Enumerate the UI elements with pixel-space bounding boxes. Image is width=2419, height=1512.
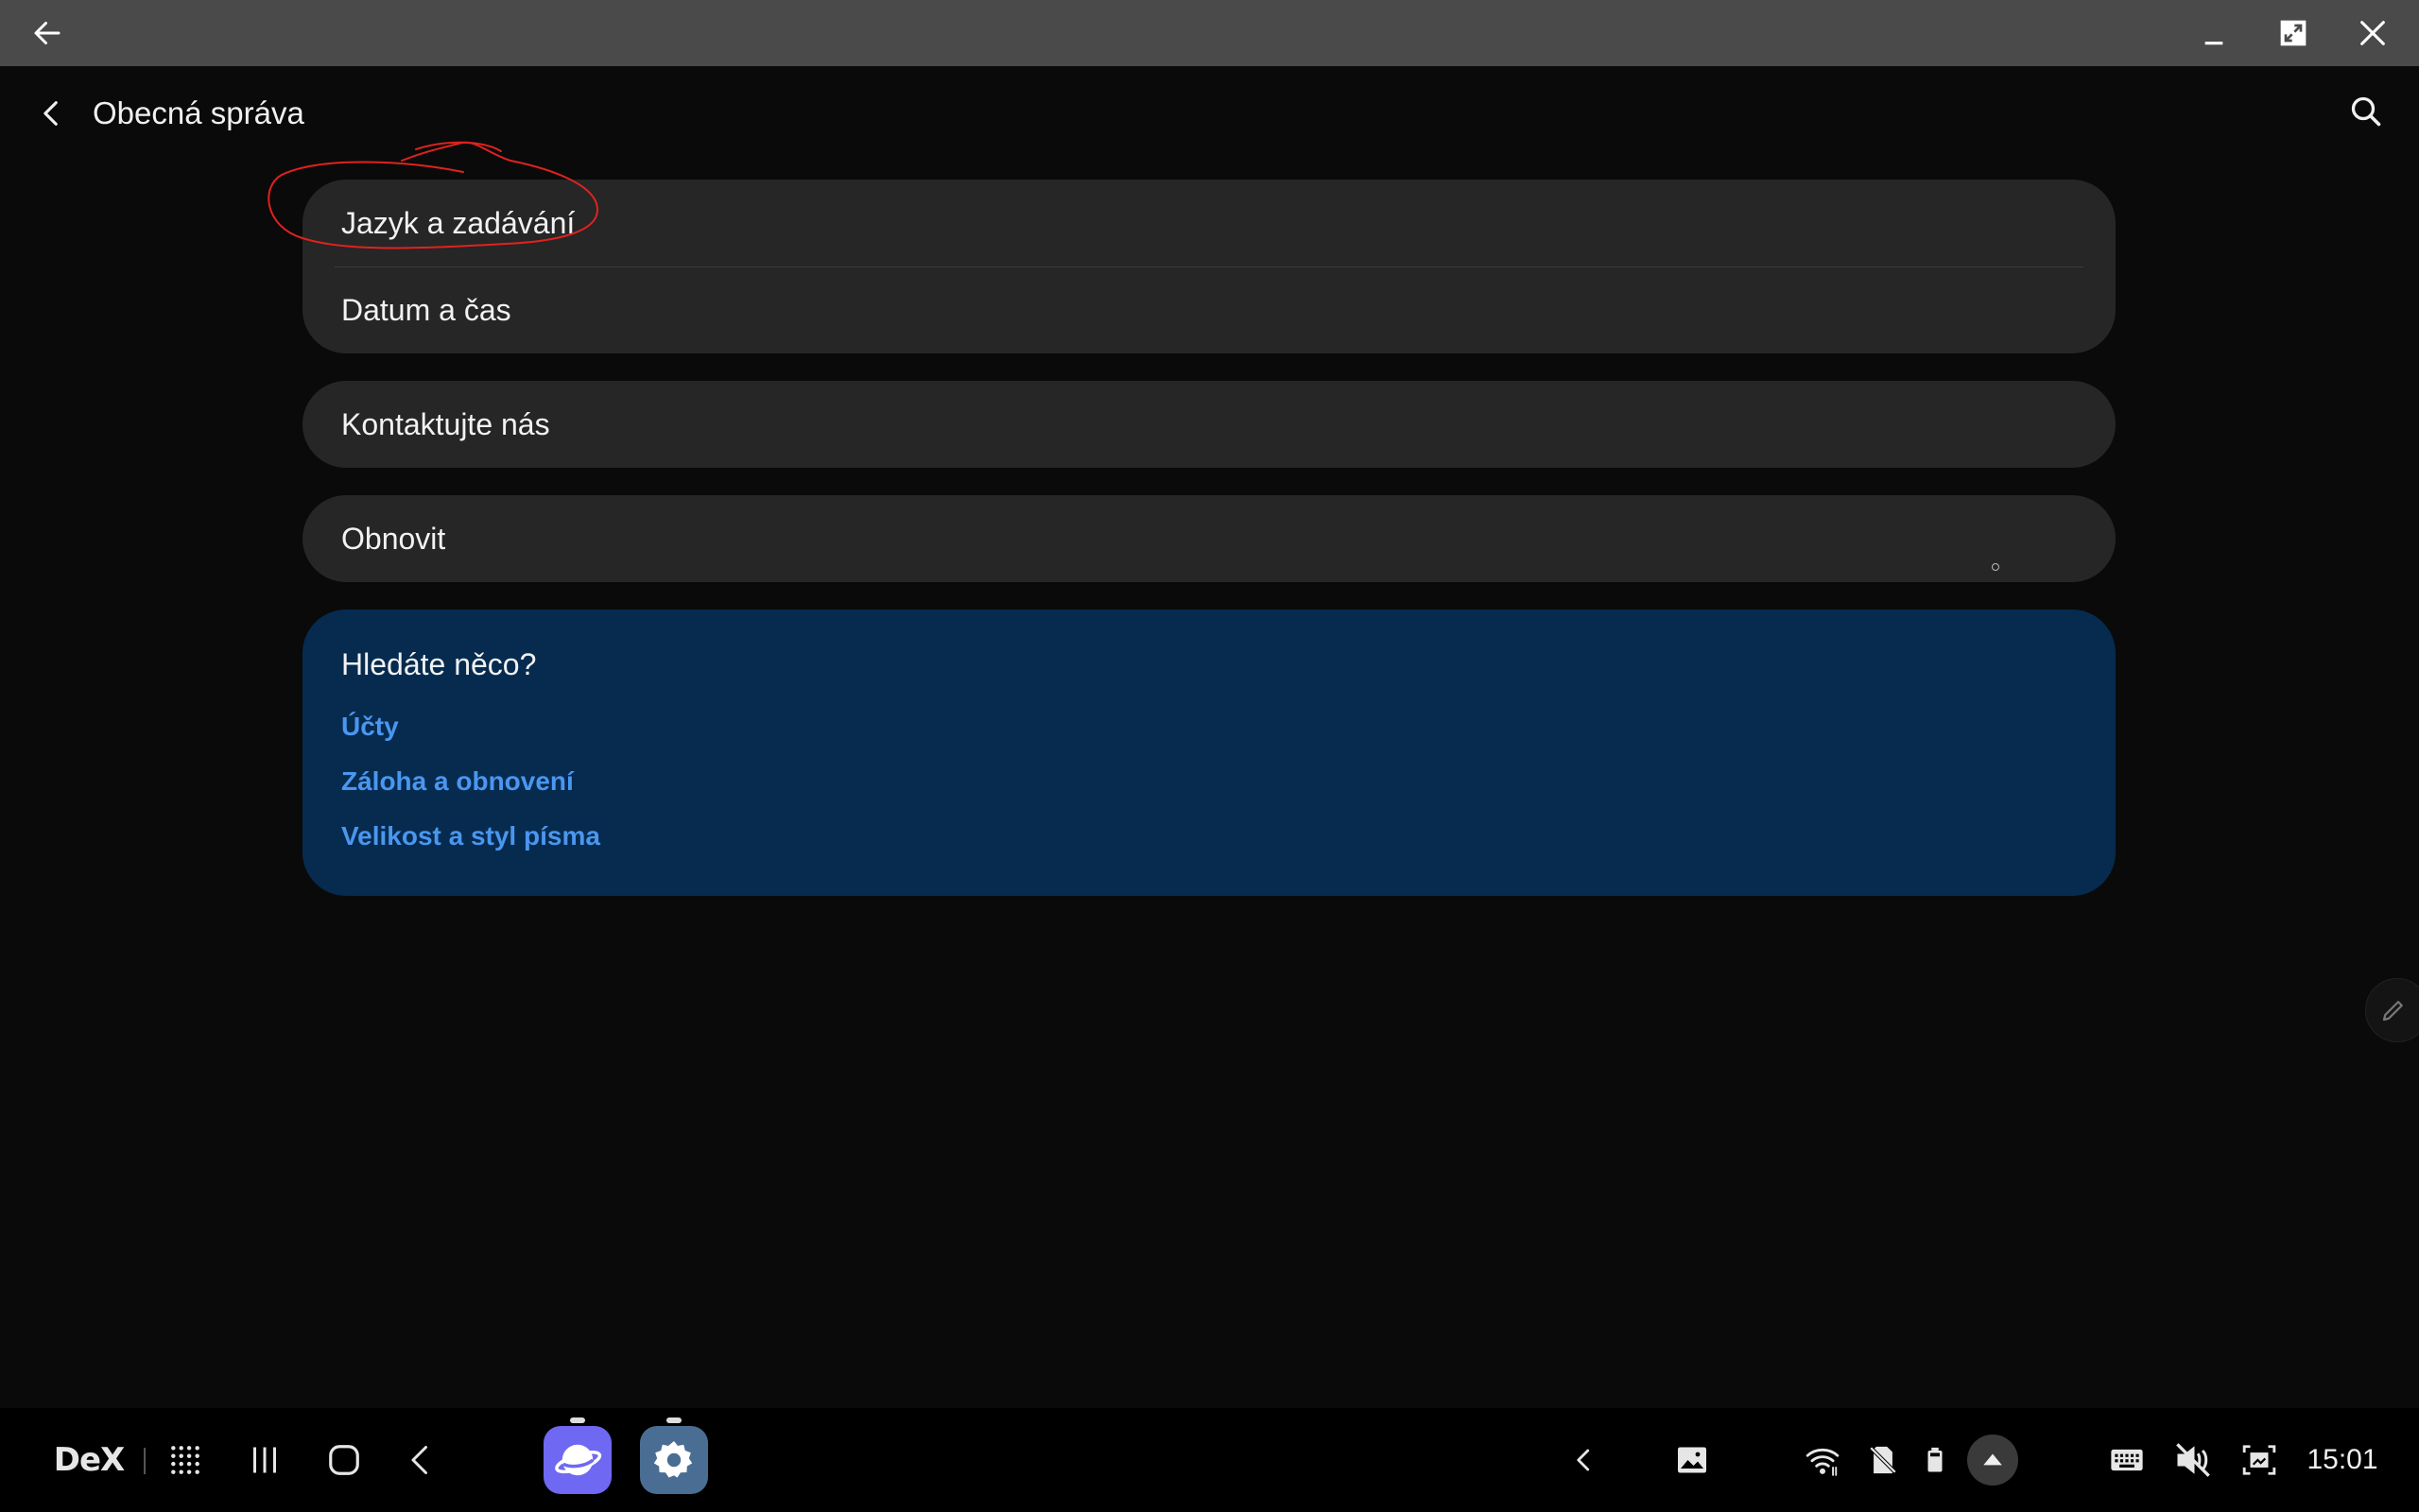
- page-title: Obecná správa: [93, 95, 304, 130]
- settings-item-language-input[interactable]: Jazyk a zadávání: [302, 180, 2116, 266]
- chevron-left-icon: [1577, 1449, 1590, 1471]
- clock-time: 15:01: [2307, 1444, 2378, 1475]
- settings-icon: [640, 1418, 708, 1494]
- quick-panel-button[interactable]: [1964, 1408, 2021, 1512]
- navigate-up-button[interactable]: [28, 90, 76, 137]
- home-icon: [329, 1445, 359, 1475]
- mouse-cursor: [1992, 563, 1999, 571]
- suggestion-link-accounts[interactable]: Účty: [341, 712, 399, 742]
- wifi-icon: [1806, 1448, 1840, 1476]
- image-icon: [1678, 1447, 1706, 1473]
- recents-icon: [253, 1447, 276, 1473]
- keyboard-icon: [2111, 1449, 2143, 1471]
- taskbar-separator: [144, 1448, 146, 1474]
- settings-item-reset[interactable]: Obnovit: [302, 495, 2116, 582]
- battery-icon: [1927, 1447, 1943, 1472]
- window-close-button[interactable]: [2335, 0, 2410, 66]
- apps-drawer-button[interactable]: [157, 1408, 214, 1512]
- pinned-app-settings[interactable]: [639, 1408, 709, 1512]
- arrow-left-icon: [34, 22, 60, 44]
- apps-grid-icon: [171, 1446, 199, 1474]
- home-button[interactable]: [316, 1408, 372, 1512]
- samsung-internet-icon: [544, 1418, 612, 1494]
- dex-button[interactable]: DeX: [49, 1408, 129, 1512]
- dex-taskbar: DeX 15:01: [0, 1408, 2419, 1512]
- keyboard-status[interactable]: [2100, 1408, 2153, 1512]
- window-titlebar: [0, 0, 2419, 66]
- chevron-left-icon: [411, 1446, 427, 1474]
- close-icon: [2360, 21, 2385, 45]
- clock[interactable]: 15:01: [2293, 1408, 2392, 1512]
- taskbar-collapse-button[interactable]: [1558, 1408, 1611, 1512]
- screen-capture-button[interactable]: [2233, 1408, 2286, 1512]
- running-indicator: [570, 1418, 585, 1423]
- battery-status[interactable]: [1911, 1408, 1959, 1512]
- settings-item-contact-us[interactable]: Kontaktujte nás: [302, 381, 2116, 468]
- chevron-left-icon: [43, 101, 58, 126]
- settings-card-language-date: Jazyk a zadávání Datum a čas: [302, 180, 2116, 353]
- no-sim-icon: [1869, 1446, 1897, 1474]
- suggestions-card: Hledáte něco? Účty Záloha a obnovení Vel…: [302, 610, 2116, 896]
- search-icon: [2351, 96, 2381, 127]
- minimize-icon: [2204, 42, 2223, 45]
- triangle-up-icon: [1983, 1453, 2002, 1466]
- recents-button[interactable]: [236, 1408, 293, 1512]
- window-restore-button[interactable]: [2255, 0, 2331, 66]
- pinned-app-samsung-internet[interactable]: [543, 1408, 613, 1512]
- pencil-icon: [2382, 1001, 2403, 1022]
- suggestion-link-backup-restore[interactable]: Záloha a obnovení: [341, 766, 574, 797]
- restore-window-icon: [2280, 20, 2307, 46]
- settings-card-reset: Obnovit: [302, 495, 2116, 582]
- search-button[interactable]: [2342, 88, 2390, 135]
- wifi-status[interactable]: [1798, 1408, 1847, 1512]
- settings-item-label: Kontaktujte nás: [341, 406, 550, 441]
- suggestions-title: Hledáte něco?: [341, 647, 537, 681]
- window-back-button[interactable]: [9, 0, 85, 66]
- sim-status[interactable]: [1858, 1408, 1908, 1512]
- nav-back-button[interactable]: [393, 1408, 450, 1512]
- settings-item-label: Jazyk a zadávání: [341, 205, 576, 240]
- screenshot-icon: [2242, 1445, 2276, 1475]
- expand-circle: [1967, 1435, 2018, 1486]
- settings-item-label: Datum a čas: [341, 292, 511, 327]
- dex-label: DeX: [53, 1441, 125, 1479]
- notification-gallery[interactable]: [1666, 1408, 1719, 1512]
- settings-card-contact: Kontaktujte nás: [302, 381, 2116, 468]
- vibrate-mute-icon: [2176, 1443, 2210, 1477]
- running-indicator: [666, 1418, 682, 1423]
- suggestion-link-font-size-style[interactable]: Velikost a styl písma: [341, 821, 600, 851]
- sound-status[interactable]: [2167, 1408, 2220, 1512]
- window-minimize-button[interactable]: [2176, 0, 2252, 66]
- settings-item-label: Obnovit: [341, 521, 446, 556]
- settings-item-date-time[interactable]: Datum a čas: [302, 266, 2116, 353]
- pen-edit-handle[interactable]: [2365, 978, 2419, 1042]
